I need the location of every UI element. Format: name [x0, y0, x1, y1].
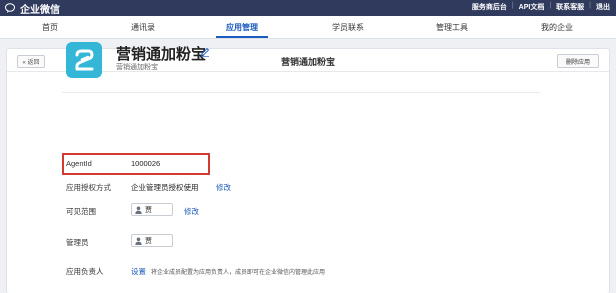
brand: 企业微信: [5, 1, 60, 16]
link-logout[interactable]: 退出: [596, 2, 610, 12]
nav-contacts[interactable]: 通讯录: [131, 22, 155, 33]
link-api-docs[interactable]: API文档: [519, 2, 545, 12]
admin-label: 管理员: [66, 238, 89, 247]
brand-name: 企业微信: [20, 4, 60, 16]
nav-management-tools[interactable]: 管理工具: [436, 22, 468, 33]
app-subtitle: 营销通加粉宝: [116, 64, 158, 71]
top-bar: 企业微信 服务商后台 | API文档 | 联系客服 | 退出: [0, 0, 616, 16]
link-separator: |: [589, 2, 591, 9]
nav-app-management[interactable]: 应用管理: [226, 22, 258, 33]
admin-member-name: 贾: [145, 237, 152, 245]
link-provider-console[interactable]: 服务商后台: [472, 2, 507, 12]
auth-method-edit-link[interactable]: 修改: [216, 182, 231, 193]
auth-method-label: 应用授权方式: [66, 183, 111, 192]
visible-scope-member-tag: 贾: [131, 203, 173, 216]
app-name: 营销通加粉宝: [116, 46, 207, 63]
owner-set-link[interactable]: 设置: [131, 266, 146, 277]
top-links: 服务商后台 | API文档 | 联系客服 | 退出: [472, 2, 610, 12]
back-button[interactable]: « 返回: [17, 55, 45, 68]
visible-scope-member-name: 贾: [145, 206, 152, 214]
nav-my-company[interactable]: 我的企业: [541, 22, 573, 33]
visible-scope-highlight: [62, 153, 210, 175]
link-separator: |: [511, 2, 514, 9]
link-contact-support[interactable]: 联系客服: [556, 2, 584, 12]
main-nav: 首页 通讯录 应用管理 学员联系 管理工具 我的企业: [0, 16, 616, 39]
page-title: 营销通加粉宝: [280, 57, 335, 67]
owner-label: 应用负责人: [66, 267, 104, 276]
app-logo-icon: [66, 42, 102, 78]
delete-app-button[interactable]: 删除应用: [557, 54, 599, 68]
wecom-logo-icon: [5, 3, 15, 13]
app-logo-glyph-icon: [75, 49, 94, 71]
visible-scope-edit-link[interactable]: 修改: [184, 206, 199, 217]
admin-member-tag: 贾: [131, 234, 173, 247]
user-icon: [135, 206, 142, 214]
link-separator: |: [549, 2, 552, 9]
owner-hint: 将企业成员配置为应用负责人，成员即可在企业微信内管理此应用: [151, 270, 326, 276]
user-icon: [135, 237, 142, 245]
visible-scope-label: 可见范围: [66, 207, 96, 216]
edit-name-icon[interactable]: [200, 47, 210, 57]
nav-home[interactable]: 首页: [42, 22, 58, 33]
auth-method-value: 企业管理员授权使用: [131, 183, 199, 192]
nav-active-indicator: [216, 36, 268, 38]
divider: [62, 92, 540, 93]
nav-student-contact[interactable]: 学员联系: [332, 22, 364, 33]
